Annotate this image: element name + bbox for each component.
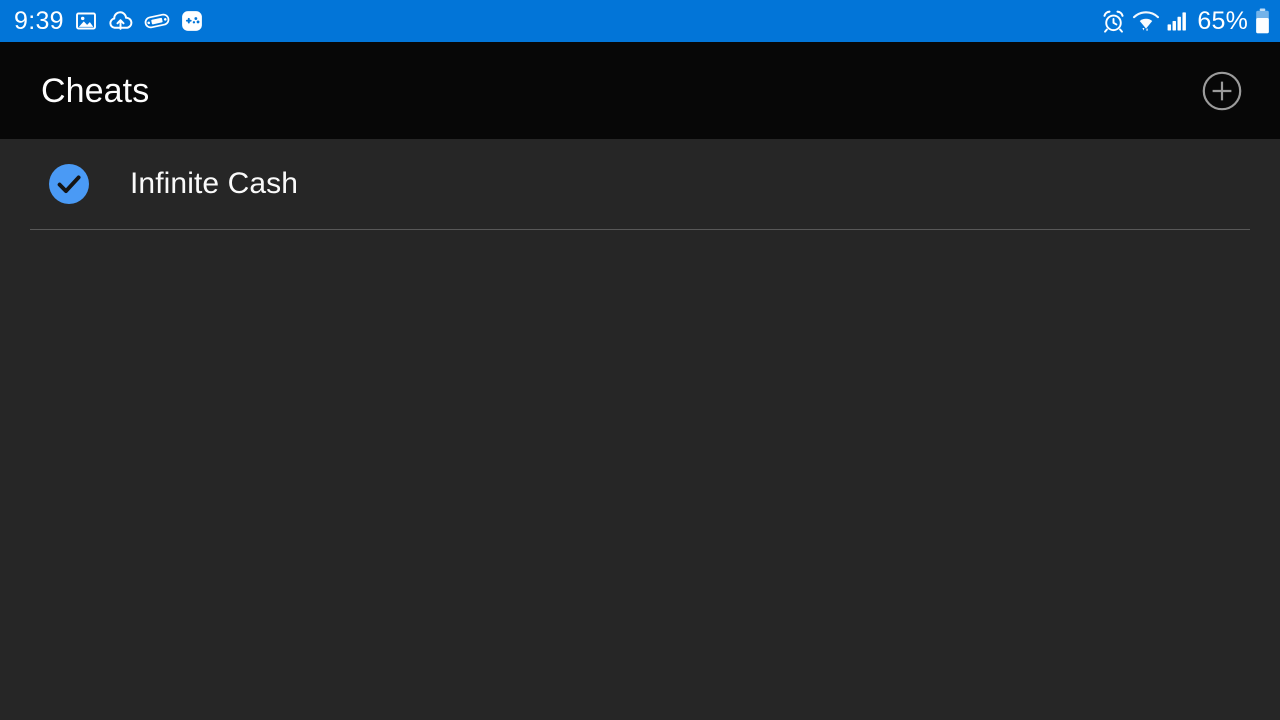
status-bar-right-group: 65% [1102, 8, 1270, 34]
gamepad-app-icon [181, 10, 203, 32]
cheats-content-area: Infinite Cash [0, 139, 1280, 720]
alarm-clock-icon [1102, 10, 1125, 33]
cloud-upload-icon [108, 10, 133, 32]
cellular-signal-icon [1167, 10, 1188, 32]
status-bar-clock: 9:39 [14, 6, 64, 35]
status-bar-left-group: 9:39 [14, 6, 203, 35]
cheats-screen: 9:39 65% Cheats Infinite Cash [0, 0, 1280, 720]
wifi-icon [1132, 10, 1160, 33]
battery-icon [1255, 8, 1270, 34]
android-status-bar: 9:39 65% [0, 0, 1280, 42]
battery-percent-label: 65% [1197, 6, 1248, 35]
cheat-enabled-checkbox[interactable] [48, 163, 90, 205]
handheld-console-icon [144, 11, 170, 31]
cheat-list: Infinite Cash [0, 139, 1280, 230]
list-divider [30, 229, 1250, 230]
list-item[interactable]: Infinite Cash [0, 139, 1280, 229]
page-title: Cheats [41, 71, 150, 110]
cheat-name-label: Infinite Cash [130, 167, 299, 200]
add-cheat-button[interactable] [1200, 69, 1244, 113]
app-bar: Cheats [0, 42, 1280, 139]
plus-circle-icon [1201, 70, 1243, 112]
photo-image-icon [75, 10, 97, 32]
